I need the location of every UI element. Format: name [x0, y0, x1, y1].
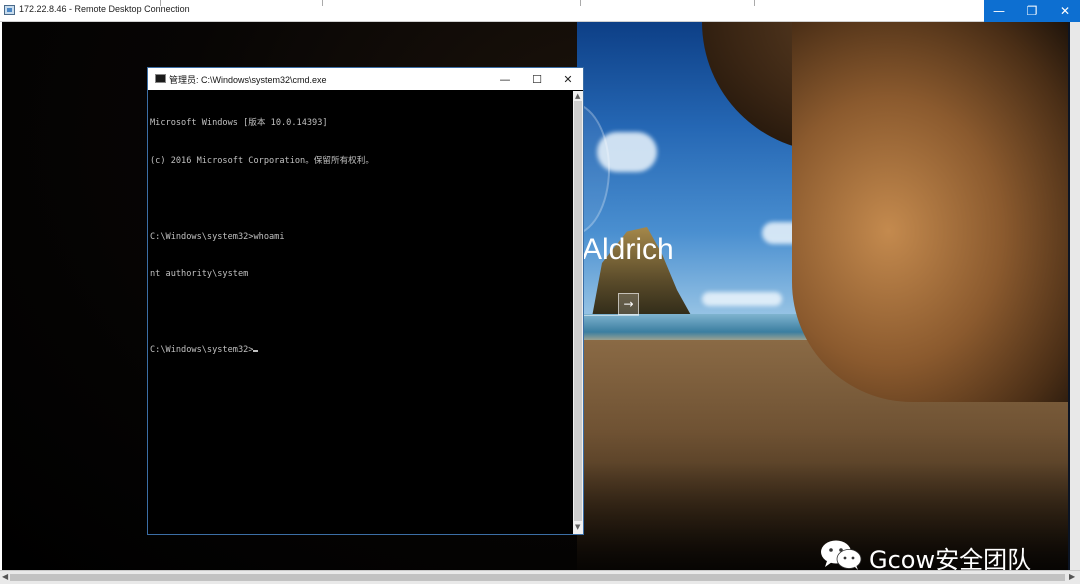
cmd-icon	[155, 74, 166, 83]
console-line: (c) 2016 Microsoft Corporation。保留所有权利。	[150, 155, 374, 166]
titlebar-divider	[580, 0, 581, 6]
rdp-minimize-button[interactable]: —	[984, 0, 1014, 22]
cmd-minimize-button[interactable]: —	[490, 68, 520, 90]
rdp-restore-button[interactable]: ❐	[1017, 0, 1047, 22]
console-line: nt authority\system	[150, 269, 249, 280]
scroll-left-icon[interactable]: ◀	[2, 572, 8, 581]
rdp-hscroll-thumb[interactable]	[10, 574, 1065, 581]
submit-arrow-icon[interactable]: →	[618, 293, 639, 315]
remote-desktop-icon	[4, 5, 15, 15]
rdp-close-button[interactable]: ✕	[1050, 0, 1080, 22]
scroll-up-icon[interactable]: ▲	[575, 92, 580, 100]
cmd-titlebar[interactable]: 管理员: C:\Windows\system32\cmd.exe — ☐ ✕	[148, 68, 583, 90]
watermark-text: Gcow安全团队	[869, 546, 1032, 570]
cmd-scroll-thumb[interactable]	[574, 101, 582, 521]
titlebar-divider	[754, 0, 755, 6]
rdp-vertical-scrollbar[interactable]	[1070, 22, 1080, 570]
console-prompt: C:\Windows\system32>	[150, 344, 254, 355]
cmd-window-title: 管理员: C:\Windows\system32\cmd.exe	[169, 75, 327, 85]
rdp-window-title: 172.22.8.46 - Remote Desktop Connection	[19, 4, 190, 14]
console-line: C:\Windows\system32>whoami	[150, 231, 285, 242]
cmd-maximize-button[interactable]: ☐	[522, 68, 552, 90]
rock-cliff	[792, 22, 1068, 402]
remote-desktop-view[interactable]: Aldrich → 管理员: C:\Windows\system32\cmd.e…	[2, 22, 1068, 570]
cmd-console-output[interactable]: Microsoft Windows [版本 10.0.14393] (c) 20…	[149, 91, 574, 534]
rdp-titlebar: 172.22.8.46 - Remote Desktop Connection …	[0, 0, 1080, 22]
console-prompt-line: C:\Windows\system32>	[150, 344, 574, 357]
cmd-close-button[interactable]: ✕	[553, 68, 583, 90]
titlebar-divider	[322, 0, 323, 6]
titlebar-divider	[160, 0, 161, 6]
rdp-horizontal-scrollbar[interactable]: ◀ ▶	[0, 570, 1080, 584]
scroll-right-icon[interactable]: ▶	[1069, 572, 1075, 581]
console-line: Microsoft Windows [版本 10.0.14393]	[150, 118, 328, 129]
cloud	[702, 292, 782, 306]
scroll-down-icon[interactable]: ▼	[575, 523, 580, 531]
wechat-logo-icon	[821, 540, 862, 570]
text-cursor	[253, 349, 259, 352]
lock-screen-username: Aldrich	[582, 233, 674, 266]
rdp-window-controls: — ❐ ✕	[984, 0, 1080, 22]
cmd-scrollbar[interactable]: ▲ ▼	[573, 91, 583, 534]
cmd-window[interactable]: 管理员: C:\Windows\system32\cmd.exe — ☐ ✕ M…	[147, 67, 584, 535]
